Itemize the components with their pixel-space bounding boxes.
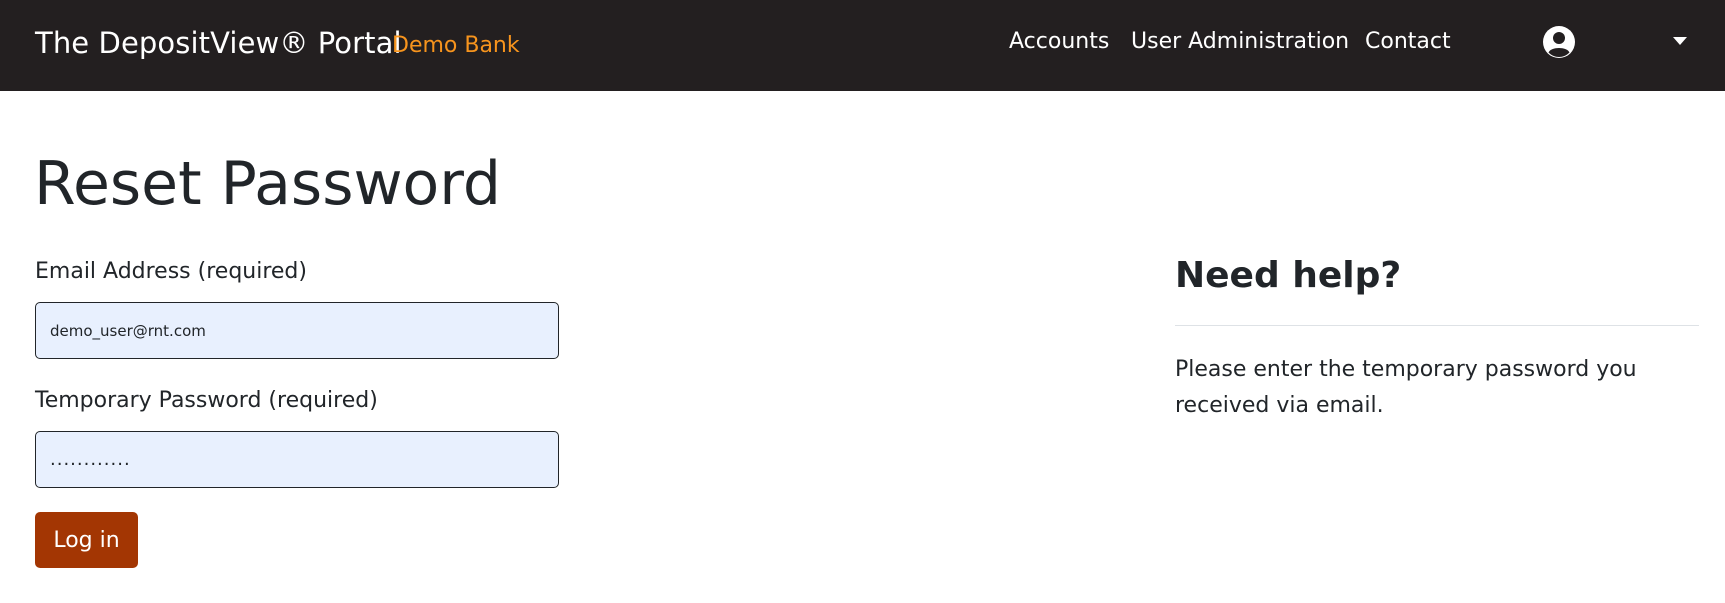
- nav-user-administration[interactable]: User Administration: [1131, 29, 1349, 54]
- bank-name: Demo Bank: [392, 33, 520, 58]
- help-divider: [1175, 325, 1699, 326]
- page-title: Reset Password: [34, 149, 501, 219]
- help-heading: Need help?: [1175, 255, 1402, 296]
- user-circle-icon[interactable]: [1542, 25, 1576, 59]
- nav-contact[interactable]: Contact: [1365, 29, 1451, 54]
- nav-accounts[interactable]: Accounts: [1009, 29, 1109, 54]
- login-button[interactable]: Log in: [35, 512, 138, 568]
- top-navbar: The DepositView® Portal Demo Bank Accoun…: [0, 0, 1725, 91]
- temporary-password-field[interactable]: [35, 431, 559, 488]
- email-label: Email Address (required): [35, 259, 307, 284]
- brand-link[interactable]: The DepositView® Portal: [35, 26, 402, 60]
- chevron-down-icon[interactable]: [1672, 36, 1688, 46]
- temporary-password-label: Temporary Password (required): [35, 388, 378, 413]
- help-text: Please enter the temporary password you …: [1175, 357, 1637, 418]
- email-field[interactable]: [35, 302, 559, 359]
